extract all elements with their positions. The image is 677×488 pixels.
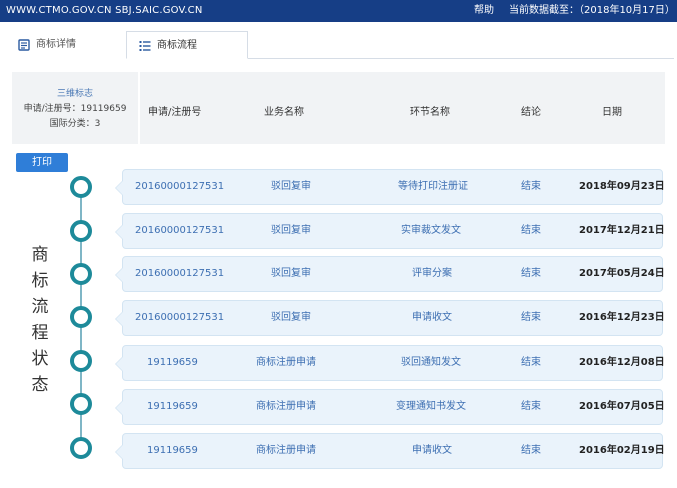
cell-number: 20160000127531 [135,225,225,236]
tab-trademark-process[interactable]: 商标流程 [126,31,248,59]
site-urls: WWW.CTMO.GOV.CN SBJ.SAIC.GOV.CN [6,5,203,16]
tab-trademark-details[interactable]: 商标详情 [6,31,126,59]
list-icon [139,41,151,51]
cell-result: 结束 [521,225,541,236]
document-icon [18,39,30,51]
registration-number: 申请/注册号：19119659 [23,104,127,114]
col-header-date: 日期 [602,107,622,118]
process-row: 20160000127531 驳回复审 评审分案 结束 2017年05月24日 [115,256,665,292]
title-char: 商 [31,245,49,265]
cell-step: 变理通知书发文 [396,401,466,412]
col-header-step: 环节名称 [410,107,450,118]
international-class: 国际分类：3 [49,119,101,129]
mark-type: 三维标志 [56,89,93,99]
timeline-node [70,350,92,372]
tab-label: 商标流程 [157,40,197,51]
process-row: 19119659 商标注册申请 驳回通知发文 结束 2016年12月08日 [115,345,665,381]
cell-result: 结束 [521,181,541,192]
cell-date: 2017年12月21日 [579,225,665,236]
header-divider [138,72,140,144]
cell-date: 2016年12月23日 [579,312,665,323]
cell-business: 驳回复审 [271,268,311,279]
top-bar: WWW.CTMO.GOV.CN SBJ.SAIC.GOV.CN 帮助 当前数据截… [0,0,677,22]
row-pointer-fill [116,311,124,327]
timeline-node [70,263,92,285]
title-char: 程 [31,323,49,343]
help-link[interactable]: 帮助 [474,0,494,22]
cell-number: 19119659 [147,401,198,412]
cell-result: 结束 [521,445,541,456]
cell-step: 等待打印注册证 [398,181,468,192]
timeline-node [70,176,92,198]
cell-result: 结束 [521,357,541,368]
cell-number: 19119659 [147,445,198,456]
process-header: 三维标志 申请/注册号：19119659 国际分类：3 申请/注册号 业务名称 … [12,72,665,144]
title-char: 流 [31,297,49,317]
cell-step: 驳回通知发文 [401,357,461,368]
cell-business: 商标注册申请 [256,357,316,368]
title-char: 状 [31,349,49,369]
cell-date: 2018年09月23日 [579,181,665,192]
row-pointer-fill [116,400,124,416]
data-date-label: 当前数据截至：（2018年10月17日） [509,5,675,16]
title-char: 标 [31,271,49,291]
process-row: 20160000127531 驳回复审 申请收文 结束 2016年12月23日 [115,300,665,336]
cell-date: 2017年05月24日 [579,268,665,279]
cell-number: 20160000127531 [135,312,225,323]
cell-date: 2016年07月05日 [579,401,665,412]
row-pointer-fill [116,444,124,460]
timeline-node [70,220,92,242]
cell-number: 20160000127531 [135,268,225,279]
row-pointer-fill [116,267,124,283]
timeline-node [70,306,92,328]
cell-result: 结束 [521,312,541,323]
cell-date: 2016年02月19日 [579,445,665,456]
cell-result: 结束 [521,268,541,279]
cell-result: 结束 [521,401,541,412]
cell-step: 实审裁文发文 [401,225,461,236]
cell-date: 2016年12月08日 [579,357,665,368]
col-header-number: 申请/注册号 [148,107,202,118]
timeline-node [70,437,92,459]
cell-step: 申请收文 [412,312,452,323]
col-header-result: 结论 [521,107,541,118]
cell-business: 驳回复审 [271,312,311,323]
cell-number: 20160000127531 [135,181,225,192]
process-row: 20160000127531 驳回复审 实审裁文发文 结束 2017年12月21… [115,213,665,249]
col-header-business: 业务名称 [264,107,304,118]
cell-step: 评审分案 [412,268,452,279]
row-pointer-fill [116,224,124,240]
cell-step: 申请收文 [412,445,452,456]
process-row: 19119659 商标注册申请 变理通知书发文 结束 2016年07月05日 [115,389,665,425]
process-row: 20160000127531 驳回复审 等待打印注册证 结束 2018年09月2… [115,169,665,205]
cell-business: 商标注册申请 [256,445,316,456]
tab-label: 商标详情 [36,39,76,50]
tab-bar: 商标详情 商标流程 [6,31,674,59]
cell-business: 驳回复审 [271,225,311,236]
title-char: 态 [31,375,49,395]
cell-business: 驳回复审 [271,181,311,192]
row-pointer-fill [116,356,124,372]
vertical-title: 商 标 流 程 状 态 [29,242,51,398]
row-pointer-fill [116,180,124,196]
cell-number: 19119659 [147,357,198,368]
cell-business: 商标注册申请 [256,401,316,412]
process-row: 19119659 商标注册申请 申请收文 结束 2016年02月19日 [115,433,665,469]
print-button[interactable]: 打印 [16,153,68,172]
timeline-node [70,393,92,415]
